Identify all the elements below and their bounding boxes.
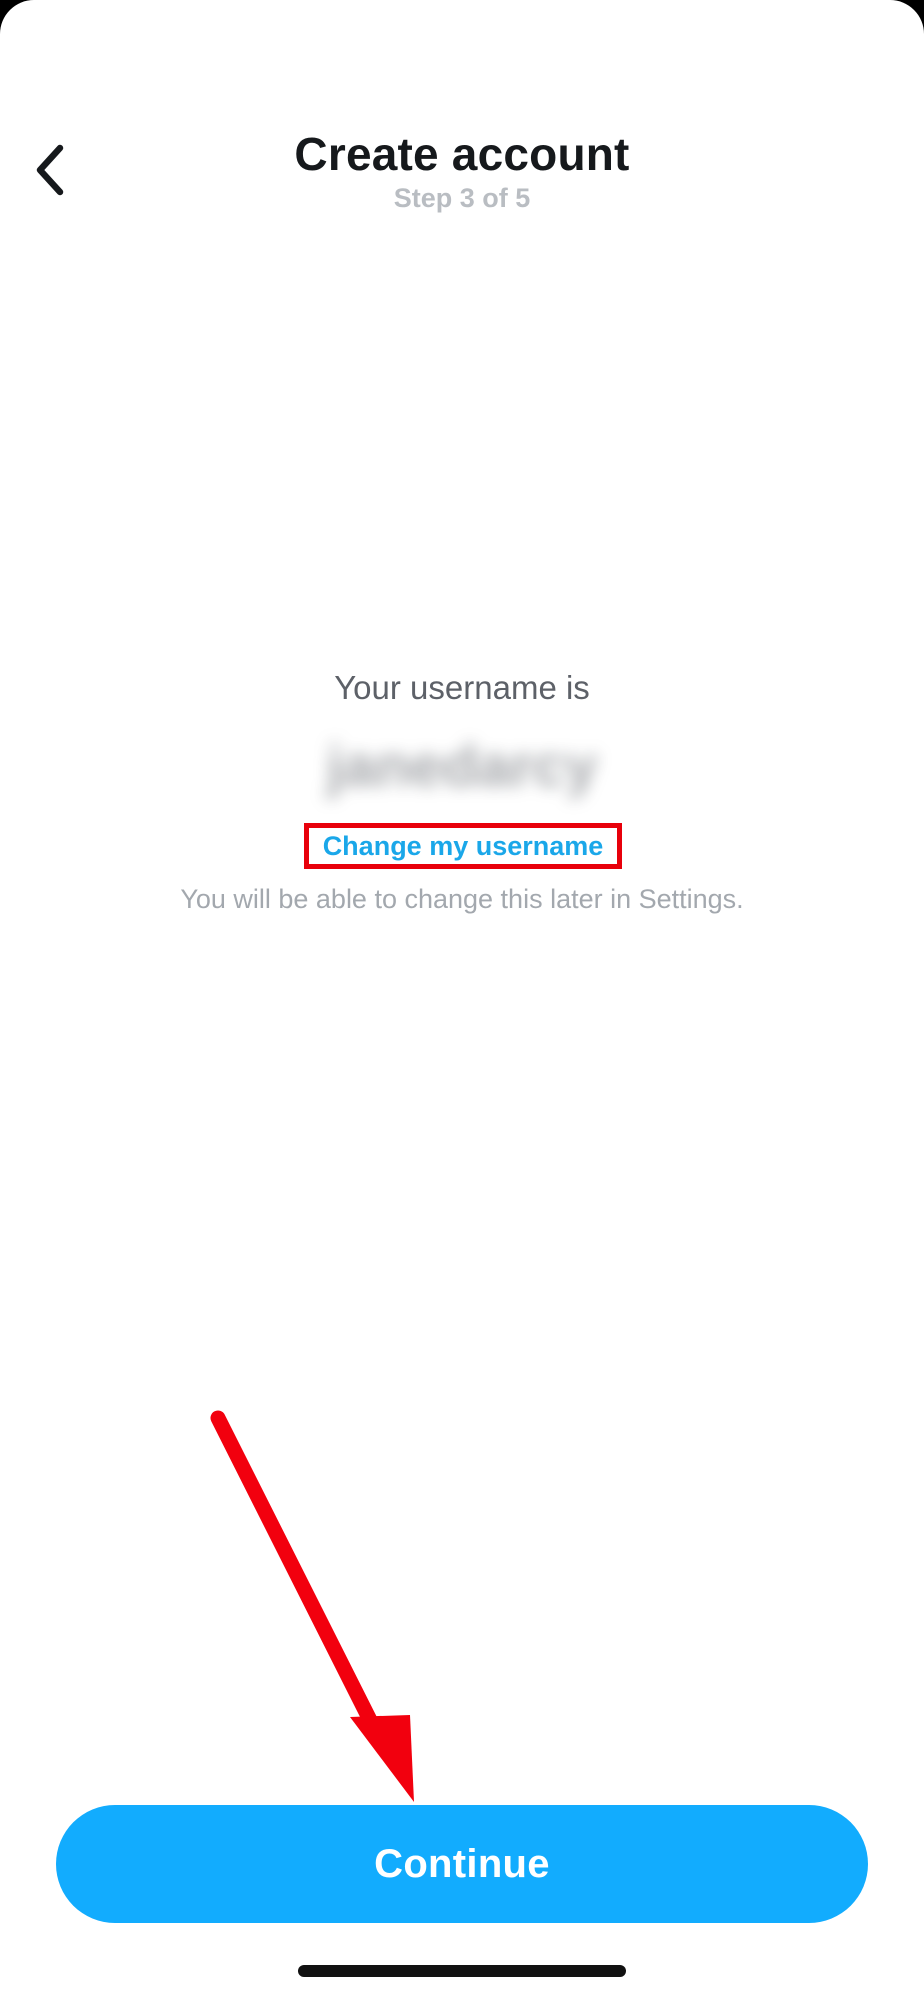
username-caption: Your username is	[334, 669, 590, 706]
arrow-head	[350, 1715, 414, 1802]
create-account-screen: Create account Step 3 of 5 Your username…	[0, 0, 924, 1999]
page-title: Create account	[294, 128, 630, 180]
change-username-label: Change my username	[322, 830, 604, 861]
annotation-arrow	[210, 1410, 414, 1802]
arrow-shaft	[210, 1410, 384, 1740]
settings-note: You will be able to change this later in…	[180, 884, 744, 914]
continue-button[interactable]: Continue	[56, 1805, 868, 1923]
step-indicator: Step 3 of 5	[393, 183, 531, 213]
username-value: janedarcy	[326, 734, 598, 799]
home-indicator	[298, 1965, 626, 1977]
change-username-link[interactable]: Change my username	[304, 823, 622, 869]
